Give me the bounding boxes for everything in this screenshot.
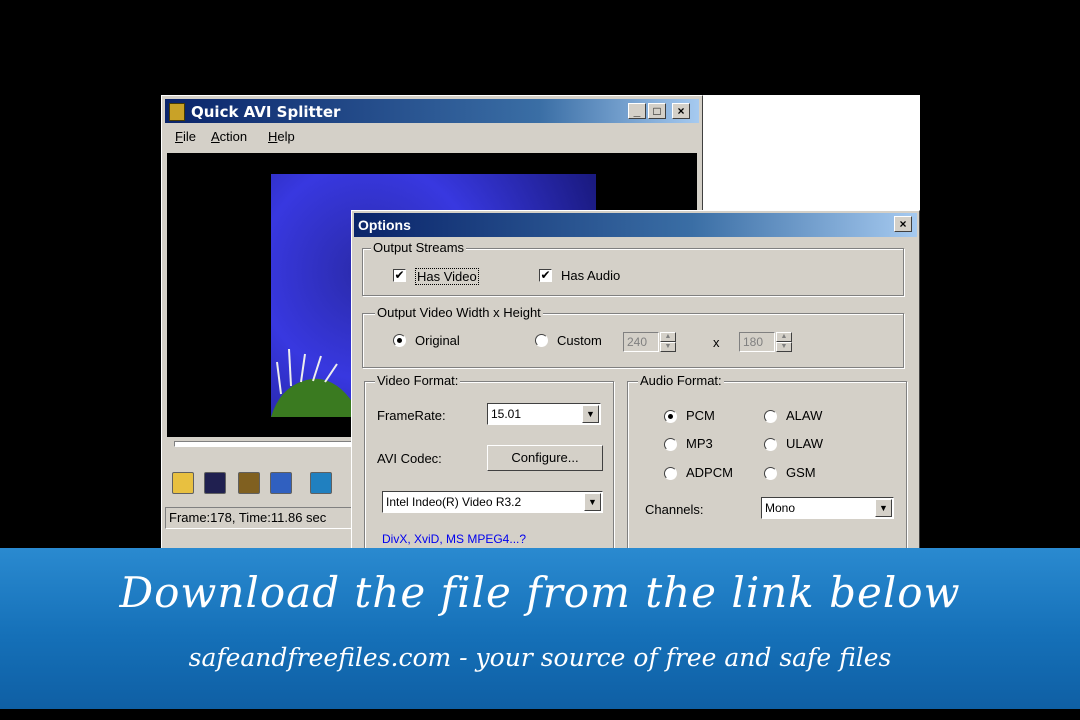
ulaw-radio[interactable]: [764, 438, 777, 451]
status-text: Frame:178, Time:11.86 sec: [169, 510, 327, 525]
channels-label: Channels:: [645, 502, 704, 517]
banner-headline: Download the file from the link below: [119, 568, 961, 617]
alaw-label[interactable]: ALAW: [786, 408, 822, 423]
options-dialog: Options × Output Streams ✔ Has Video ✔ H…: [351, 210, 920, 556]
toolbar: [168, 469, 368, 499]
framerate-select[interactable]: 15.01 ▼: [487, 403, 601, 425]
seek-trackbar[interactable]: [174, 441, 356, 447]
maximize-button[interactable]: □: [648, 103, 666, 119]
menu-help[interactable]: Help: [268, 129, 295, 144]
save-icon[interactable]: [204, 472, 226, 494]
codec-help-link[interactable]: DivX, XviD, MS MPEG4...?: [382, 532, 526, 546]
has-video-label[interactable]: Has Video: [415, 268, 479, 285]
background-panel: [703, 95, 920, 210]
gsm-label[interactable]: GSM: [786, 465, 816, 480]
app-icon: [169, 103, 185, 121]
width-input[interactable]: 240: [623, 332, 659, 352]
output-size-group: Output Video Width x Height Original Cus…: [362, 305, 904, 368]
mp3-label[interactable]: MP3: [686, 436, 713, 451]
adpcm-radio[interactable]: [664, 467, 677, 480]
codec-select[interactable]: Intel Indeo(R) Video R3.2 ▼: [382, 491, 603, 513]
options-titlebar[interactable]: Options ×: [354, 213, 917, 237]
pcm-radio[interactable]: [664, 410, 677, 423]
menubar: File Action Help: [165, 126, 699, 148]
bottom-strip: [0, 709, 1080, 720]
chevron-down-icon[interactable]: ▼: [582, 405, 599, 423]
original-size-radio[interactable]: [393, 334, 406, 347]
pcm-label[interactable]: PCM: [686, 408, 715, 423]
plant-image: [271, 348, 361, 417]
has-audio-label[interactable]: Has Audio: [561, 268, 620, 283]
mp3-radio[interactable]: [664, 438, 677, 451]
frame-icon[interactable]: [270, 472, 292, 494]
chevron-down-icon[interactable]: ▼: [875, 499, 892, 517]
menu-action[interactable]: Action: [211, 129, 247, 144]
has-video-checkbox[interactable]: ✔: [393, 269, 406, 282]
channels-select[interactable]: Mono ▼: [761, 497, 894, 519]
original-size-label[interactable]: Original: [415, 333, 460, 348]
height-spinner[interactable]: ▲ ▼: [776, 332, 792, 352]
custom-size-label[interactable]: Custom: [557, 333, 602, 348]
custom-size-radio[interactable]: [535, 334, 548, 347]
cube-icon[interactable]: [238, 472, 260, 494]
codec-value: Intel Indeo(R) Video R3.2: [386, 495, 522, 509]
export-icon[interactable]: [310, 472, 332, 494]
options-close-button[interactable]: ×: [894, 216, 912, 232]
output-size-legend: Output Video Width x Height: [375, 305, 543, 320]
menu-file[interactable]: File: [175, 129, 196, 144]
framerate-label: FrameRate:: [377, 408, 446, 423]
alaw-radio[interactable]: [764, 410, 777, 423]
adpcm-label[interactable]: ADPCM: [686, 465, 733, 480]
has-audio-checkbox[interactable]: ✔: [539, 269, 552, 282]
framerate-value: 15.01: [491, 407, 522, 421]
width-spinner[interactable]: ▲ ▼: [660, 332, 676, 352]
minimize-button[interactable]: _: [628, 103, 646, 119]
height-input[interactable]: 180: [739, 332, 775, 352]
times-label: x: [713, 335, 720, 350]
audio-format-legend: Audio Format:: [638, 373, 724, 388]
app-title: Quick AVI Splitter: [191, 103, 341, 121]
options-title: Options: [358, 217, 411, 233]
app-titlebar[interactable]: Quick AVI Splitter _ □ ×: [165, 99, 699, 123]
gsm-radio[interactable]: [764, 467, 777, 480]
output-streams-legend: Output Streams: [371, 240, 467, 255]
video-format-legend: Video Format:: [375, 373, 461, 388]
codec-label: AVI Codec:: [377, 451, 442, 466]
chevron-down-icon[interactable]: ▼: [584, 493, 601, 511]
audio-format-group: Audio Format: PCM ALAW MP3 ULAW ADPCM GS…: [627, 373, 907, 556]
ulaw-label[interactable]: ULAW: [786, 436, 823, 451]
close-button[interactable]: ×: [672, 103, 690, 119]
configure-button[interactable]: Configure...: [487, 445, 603, 471]
video-format-group: Video Format: FrameRate: 15.01 ▼ AVI Cod…: [364, 373, 614, 556]
banner-subtitle: safeandfreefiles.com - your source of fr…: [188, 643, 892, 672]
open-folder-icon[interactable]: [172, 472, 194, 494]
channels-value: Mono: [765, 501, 796, 515]
download-banner: Download the file from the link below sa…: [0, 548, 1080, 709]
output-streams-group: Output Streams ✔ Has Video ✔ Has Audio: [362, 240, 904, 296]
